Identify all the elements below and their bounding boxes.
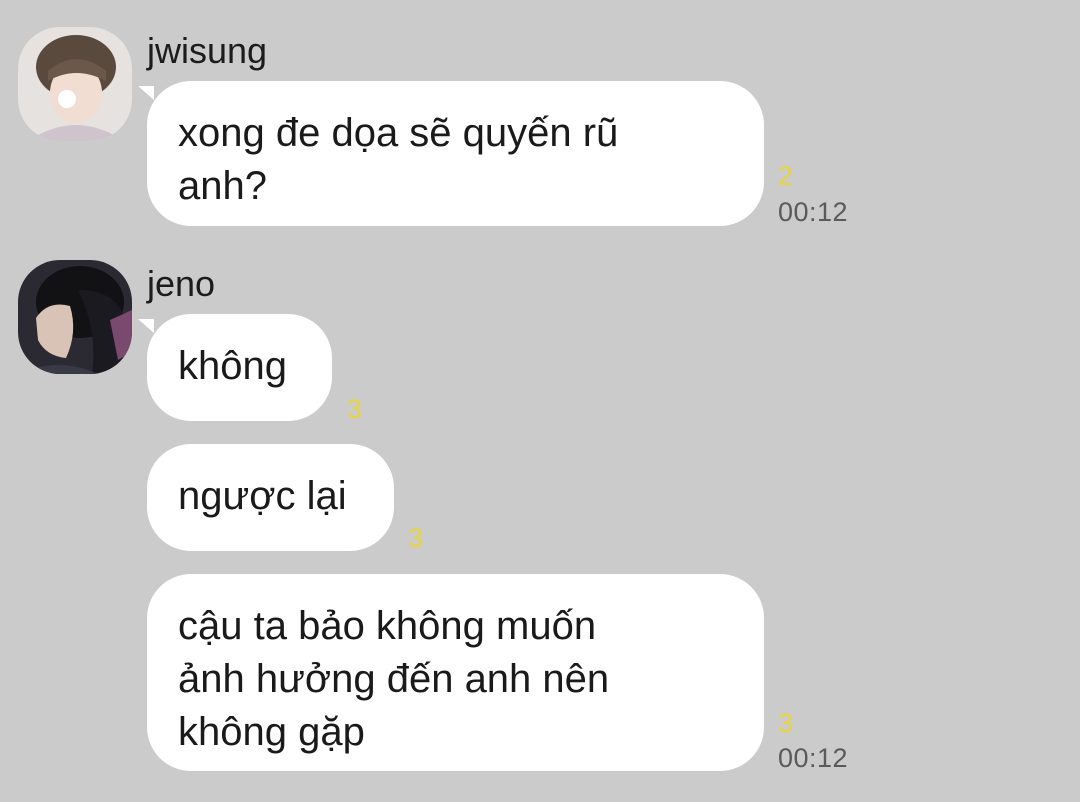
read-count: 2	[778, 161, 794, 191]
bubble-tail	[138, 319, 154, 333]
message-bubble[interactable]: không	[147, 314, 332, 421]
read-count: 3	[778, 708, 794, 738]
sender-name: jwisung	[147, 30, 268, 71]
message-timestamp: 00:12	[778, 197, 849, 227]
avatar-jeno[interactable]	[18, 260, 132, 374]
message-bubble[interactable]: ngược lại	[147, 444, 394, 551]
avatar-jwisung[interactable]	[18, 27, 132, 141]
message-bubble[interactable]: cậu ta bảo không muốn ảnh hưởng đến anh …	[147, 574, 764, 771]
avatar-photo	[18, 260, 132, 374]
read-count: 3	[408, 523, 424, 553]
sender-name: jeno	[147, 263, 216, 304]
avatar-photo	[18, 27, 132, 141]
bubble-tail	[138, 86, 154, 100]
message-bubble[interactable]: xong đe dọa sẽ quyến rũ anh?	[147, 81, 764, 226]
message-timestamp: 00:12	[778, 743, 849, 773]
read-count: 3	[347, 394, 363, 424]
